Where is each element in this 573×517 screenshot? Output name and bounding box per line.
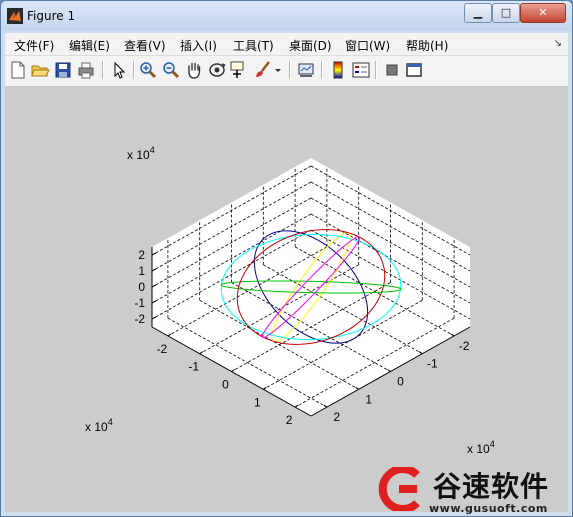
y-tick-label: -2 [459, 339, 470, 353]
axes-3d[interactable]: -2 -1 0 1 2 -2 -1 0 1 2 -2 -1 0 1 2 x 104 x 104 x 104 [5, 87, 568, 512]
edit-plot-arrow-icon[interactable] [109, 60, 129, 80]
menu-window[interactable]: 窗口(W) [345, 37, 390, 54]
y-exponent-label: x 104 [467, 439, 495, 456]
zoom-in-icon[interactable] [138, 60, 158, 80]
minimize-button[interactable]: ▁ [464, 3, 492, 23]
menu-dock-arrow-icon[interactable]: ↘ [554, 38, 562, 49]
toolbar-separator [102, 61, 104, 79]
rotate-3d-icon[interactable] [207, 60, 227, 80]
toolbar-separator [321, 61, 323, 79]
colorbar-icon[interactable] [328, 60, 348, 80]
link-plot-icon[interactable] [296, 60, 316, 80]
show-plot-tools-icon[interactable] [404, 60, 424, 80]
z-tick-label: 2 [138, 248, 145, 262]
menu-file[interactable]: 文件(F) [14, 37, 54, 54]
new-figure-icon[interactable] [8, 60, 28, 80]
z-exponent-label: x 104 [127, 145, 155, 162]
save-icon[interactable] [53, 60, 73, 80]
toolbar-separator [375, 61, 377, 79]
close-button[interactable]: ✕ [520, 3, 566, 23]
watermark-url: www.gusuoft.com [429, 502, 548, 515]
toolbar-separator [289, 61, 291, 79]
y-tick-label: 0 [397, 375, 404, 389]
x-exponent-label: x 104 [85, 417, 113, 434]
y-tick-label: -1 [427, 357, 438, 371]
print-icon[interactable] [76, 60, 96, 80]
z-tick-label: -1 [134, 296, 145, 310]
z-tick-label: -2 [134, 312, 145, 326]
maximize-icon: □ [500, 6, 512, 19]
x-tick-label: 1 [254, 395, 261, 409]
menu-edit[interactable]: 编辑(E) [69, 37, 110, 54]
menu-help[interactable]: 帮助(H) [406, 37, 448, 54]
figure-toolbar [5, 56, 568, 87]
close-icon: ✕ [538, 6, 548, 19]
legend-icon[interactable] [351, 60, 371, 80]
z-tick-label: 0 [138, 280, 145, 294]
y-tick-label: 2 [334, 410, 341, 424]
x-tick-label: -2 [157, 342, 168, 356]
menu-view[interactable]: 查看(V) [124, 37, 166, 54]
matlab-logo-icon [7, 8, 23, 24]
window-title: Figure 1 [27, 9, 76, 23]
brush-icon[interactable] [253, 60, 273, 80]
brush-dropdown-icon[interactable] [273, 60, 283, 80]
minimize-icon: ▁ [473, 6, 483, 19]
menu-bar: 文件(F) 编辑(E) 查看(V) 插入(I) 工具(T) 桌面(D) 窗口(W… [5, 33, 568, 56]
toolbar-separator [133, 61, 135, 79]
open-file-icon[interactable] [30, 60, 50, 80]
z-tick-label: 1 [138, 264, 145, 278]
menu-insert[interactable]: 插入(I) [180, 37, 217, 54]
pan-hand-icon[interactable] [184, 60, 204, 80]
data-cursor-icon[interactable] [229, 60, 249, 80]
figure-window: Figure 1 ▁ □ ✕ 文件(F) 编辑(E) 查看(V) 插入(I) 工… [0, 0, 573, 517]
menu-desktop[interactable]: 桌面(D) [289, 37, 332, 54]
watermark-name: 谷速软件 [433, 470, 550, 503]
x-tick-label: -1 [188, 360, 199, 374]
maximize-button[interactable]: □ [492, 3, 520, 23]
watermark: 谷速软件 www.gusuoft.com [373, 461, 572, 516]
zoom-out-icon[interactable] [161, 60, 181, 80]
figure-canvas[interactable]: -2 -1 0 1 2 -2 -1 0 1 2 -2 -1 0 1 2 x 104 x 104 x 104 [5, 87, 568, 512]
y-tick-label: 1 [365, 392, 372, 406]
menu-tools[interactable]: 工具(T) [233, 37, 274, 54]
x-tick-label: 2 [286, 413, 293, 427]
x-tick-label: 0 [222, 378, 229, 392]
watermark-logo-icon [378, 467, 420, 511]
hide-plot-tools-icon[interactable] [382, 60, 402, 80]
title-bar[interactable]: Figure 1 ▁ □ ✕ [1, 1, 572, 31]
